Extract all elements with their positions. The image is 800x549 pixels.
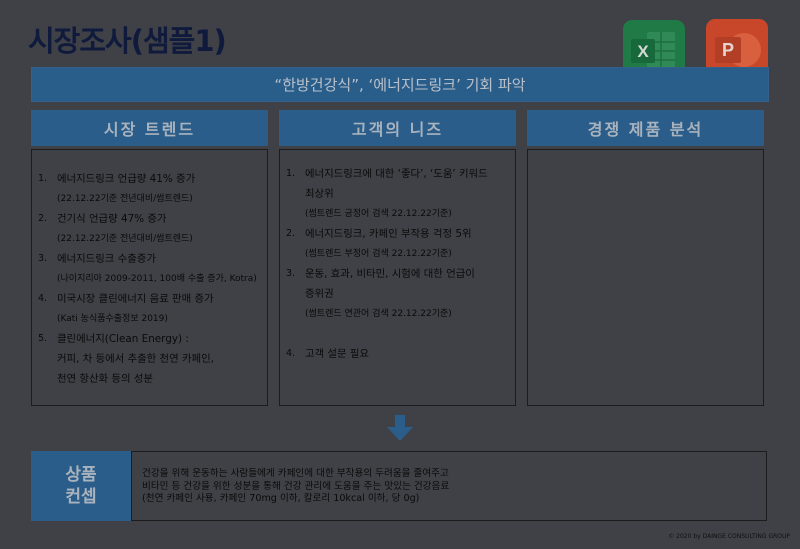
list-item: 2. 건기식 언급량 47% 증가 (22.12.22기준 전년대비/썸트렌드): [32, 209, 267, 249]
headline-banner: “한방건강식”, ‘에너지드링크’ 기회 파악: [31, 67, 769, 102]
competitor-analysis-box: [527, 149, 764, 406]
item-line: (나이지리아 2009-2011, 100배 수출 증가, Kotra): [57, 274, 257, 284]
list-item: 1. 에너지드링크에 대한 ‘좋다’, ‘도움’ 키워드 최상위 (썸트렌드 긍…: [280, 164, 515, 224]
excel-icon-letter: X: [637, 42, 649, 61]
concept-line: 건강을 위해 운동하는 사람들에게 카페인에 대한 부작용의 두려움을 줄여주고: [142, 468, 449, 479]
market-trend-box: 1. 에너지드링크 언급량 41% 증가 (22.12.22기준 전년대비/썸트…: [31, 149, 268, 406]
concept-label-line: 컨셉: [65, 487, 97, 507]
item-line: (22.12.22기준 전년대비/썸트렌드): [57, 194, 193, 204]
item-line: (22.12.22기준 전년대비/썸트렌드): [57, 234, 193, 244]
list-item: 2. 에너지드링크, 카페인 부작용 걱정 5위 (썸트렌드 부정어 검색 22…: [280, 224, 515, 264]
item-line: (썸트렌드 긍정어 검색 22.12.22기준): [305, 209, 452, 219]
competitor-analysis-header: 경쟁 제품 분석: [527, 110, 764, 146]
list-item: 4. 미국시장 클린에너지 음료 판매 증가 (Kati 농식품수출정보 201…: [32, 289, 267, 329]
powerpoint-icon-letter: P: [722, 40, 734, 60]
copyright-text: © 2020 by DAINGE CONSULTING GROUP: [668, 533, 790, 540]
concept-line: 비타민 등 건강을 위한 성분을 통해 건강 관리에 도움을 주는 맛있는 건강…: [142, 480, 450, 492]
list-item: 5. 클린에너지(Clean Energy) : 커피, 차 등에서 추출한 천…: [32, 329, 267, 389]
item-line: 커피, 차 등에서 추출한 천연 카페인,: [57, 353, 214, 365]
item-line: 에너지드링크 수출증가: [57, 253, 156, 265]
item-line: 에너지드링크 언급량 41% 증가: [57, 173, 196, 185]
customer-needs-header: 고객의 니즈: [279, 110, 516, 146]
concept-label-line: 상품: [65, 465, 97, 485]
product-concept-box: 건강을 위해 운동하는 사람들에게 카페인에 대한 부작용의 두려움을 줄여주고…: [131, 451, 767, 521]
product-concept-label: 상품 컨셉: [31, 451, 131, 521]
item-line: 에너지드링크에 대한 ‘좋다’, ‘도움’ 키워드: [305, 168, 488, 180]
item-line: (썸트렌드 부정어 검색 22.12.22기준): [305, 249, 452, 259]
item-line: 클린에너지(Clean Energy) :: [57, 333, 189, 345]
item-line: 건기식 언급량 47% 증가: [57, 213, 167, 225]
item-line: 고객 설문 필요: [305, 348, 369, 360]
item-line: 증위권: [305, 288, 334, 300]
customer-needs-box: 1. 에너지드링크에 대한 ‘좋다’, ‘도움’ 키워드 최상위 (썸트렌드 긍…: [279, 149, 516, 406]
item-line: 천연 항산화 등의 성분: [57, 373, 153, 385]
item-line: 운동, 효과, 비타민, 시험에 대한 언급이: [305, 268, 475, 280]
list-item: 1. 에너지드링크 언급량 41% 증가 (22.12.22기준 전년대비/썸트…: [32, 169, 267, 209]
market-trend-list: 1. 에너지드링크 언급량 41% 증가 (22.12.22기준 전년대비/썸트…: [32, 150, 267, 389]
market-trend-header: 시장 트렌드: [31, 110, 268, 146]
list-item: 3. 에너지드링크 수출증가 (나이지리아 2009-2011, 100배 수출…: [32, 249, 267, 289]
item-line: (Kati 농식품수출정보 2019): [57, 314, 168, 324]
concept-line: (천연 카페인 사용, 카페인 70mg 이하, 칼로리 10kcal 이하, …: [142, 493, 420, 504]
customer-needs-list: 1. 에너지드링크에 대한 ‘좋다’, ‘도움’ 키워드 최상위 (썸트렌드 긍…: [280, 150, 515, 364]
page-title: 시장조사(샘플1): [28, 24, 227, 58]
list-item: 3. 운동, 효과, 비타민, 시험에 대한 언급이 증위권 (썸트렌드 연관어…: [280, 264, 515, 324]
item-line: 에너지드링크, 카페인 부작용 걱정 5위: [305, 228, 472, 240]
list-item: 4. 고객 설문 필요: [280, 344, 515, 364]
item-line: 미국시장 클린에너지 음료 판매 증가: [57, 293, 214, 305]
item-line: 최상위: [305, 188, 334, 200]
arrow-down-icon: [387, 415, 413, 441]
item-line: (썸트렌드 연관어 검색 22.12.22기준): [305, 309, 452, 319]
